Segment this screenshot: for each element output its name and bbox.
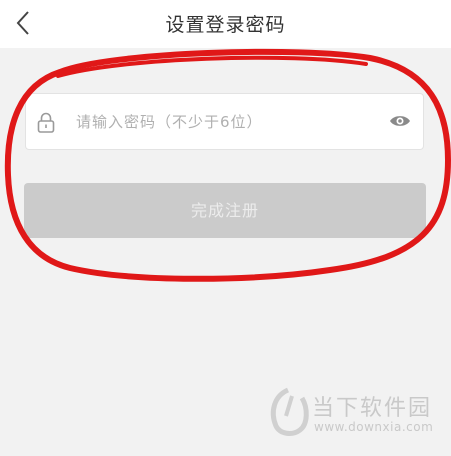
header-bar: 设置登录密码: [0, 0, 451, 48]
password-input[interactable]: [76, 104, 376, 140]
watermark-url: www.downxia.com: [314, 420, 434, 434]
complete-registration-button[interactable]: 完成注册: [24, 183, 426, 238]
eye-icon[interactable]: [389, 113, 411, 129]
watermark-logo: [270, 387, 309, 436]
watermark-name: 当下软件园: [312, 396, 433, 421]
page-title: 设置登录密码: [165, 14, 286, 36]
password-field-container[interactable]: [25, 93, 424, 150]
lock-icon: [37, 112, 55, 133]
